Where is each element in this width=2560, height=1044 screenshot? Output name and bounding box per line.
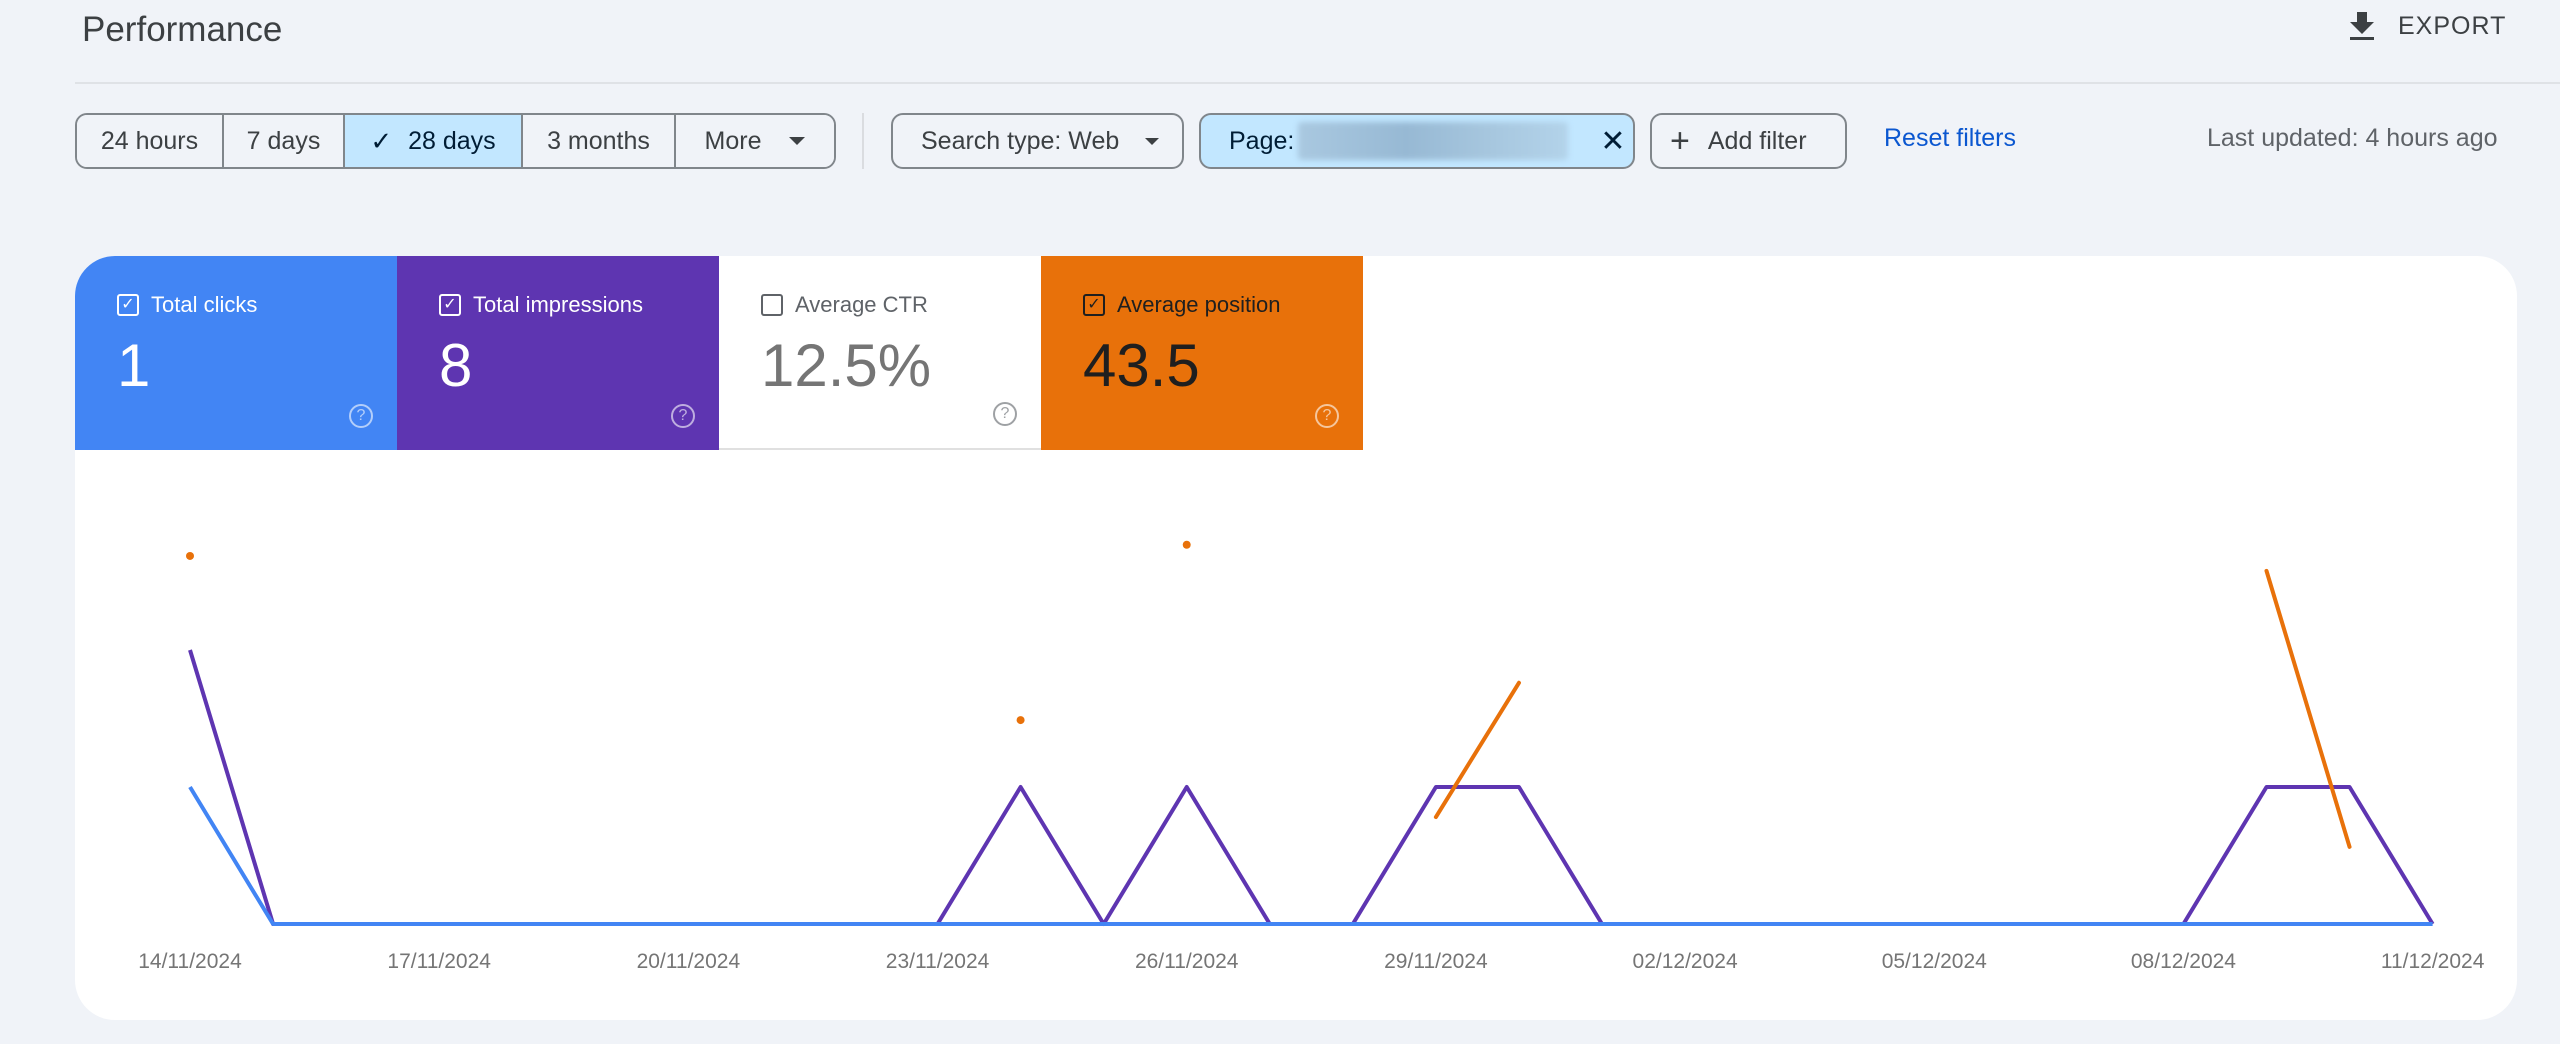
date-option-label: More [704,126,762,155]
x-tick-label: 20/11/2024 [637,950,741,973]
header-divider [75,82,2560,84]
metric-label: Average position [1117,292,1281,317]
x-tick-label: 08/12/2024 [2131,950,2236,973]
x-tick-label: 02/12/2024 [1633,950,1738,973]
chart-series [186,540,2435,926]
metric-value: 43.5 [1083,332,1200,399]
position-segment [2264,568,2352,849]
date-option-3-months[interactable]: 3 months [523,115,676,167]
x-tick-label: 17/11/2024 [387,950,491,973]
last-updated-text: Last updated: 4 hours ago [2207,124,2498,152]
help-icon[interactable]: ? [993,402,1017,426]
checkbox-checked-icon[interactable]: ✓ [1083,294,1105,316]
metric-average-ctr[interactable]: Average CTR 12.5% ? [719,256,1041,450]
date-option-label: 7 days [246,126,321,155]
help-icon[interactable]: ? [1315,404,1339,428]
x-tick-label: 11/12/2024 [2381,950,2485,973]
add-filter-label: Add filter [1707,126,1807,155]
position-segment [1433,680,1521,820]
plus-icon: + [1670,121,1690,160]
export-label: EXPORT [2398,11,2507,40]
x-axis-labels: 14/11/2024 17/11/2024 20/11/2024 23/11/2024… [138,950,2484,973]
add-filter-button[interactable]: + Add filter [1650,113,1847,169]
x-tick-label: 23/11/2024 [886,950,990,973]
x-tick-label: 05/12/2024 [1882,950,1987,973]
checkbox-checked-icon[interactable]: ✓ [439,294,461,316]
metric-value: 1 [117,332,151,399]
date-option-label: 3 months [547,126,650,155]
toolbar-divider [862,113,864,169]
metric-total-clicks[interactable]: ✓ Total clicks 1 ? [75,256,397,450]
date-range-selector: 24 hours 7 days ✓ 28 days 3 months More [75,113,836,169]
series-position [186,540,2352,849]
reset-filters-link[interactable]: Reset filters [1884,124,2016,153]
search-type-filter[interactable]: Search type: Web [891,113,1184,169]
search-type-label: Search type: Web [921,126,1120,155]
performance-card: 14/11/2024 17/11/2024 20/11/2024 23/11/2024… [75,256,2517,1020]
help-icon[interactable]: ? [671,404,695,428]
position-point [1182,540,1191,549]
metric-average-position[interactable]: ✓ Average position 43.5 ? [1041,256,1363,450]
date-option-more[interactable]: More [676,115,834,167]
export-button[interactable]: EXPORT [2348,6,2506,46]
check-icon: ✓ [370,125,393,156]
x-tick-label: 14/11/2024 [138,950,242,973]
date-option-label: 28 days [408,126,496,155]
checkbox-unchecked-icon[interactable] [761,294,783,316]
close-icon[interactable]: ✕ [1600,124,1625,159]
page-filter-label: Page: [1229,126,1295,155]
metric-label: Total clicks [151,292,258,317]
download-icon [2350,12,2374,40]
metric-label: Average CTR [795,292,928,317]
page-filter-value-redacted [1298,122,1569,160]
x-tick-label: 29/11/2024 [1384,950,1488,973]
date-option-24-hours[interactable]: 24 hours [77,115,224,167]
position-point [1016,716,1025,725]
date-option-label: 24 hours [100,126,199,155]
dropdown-arrow-icon [1145,137,1160,145]
metric-value: 8 [439,332,473,399]
line-impressions [188,649,2435,926]
series-impressions [188,649,2435,926]
page-filter-chip[interactable]: Page: ✕ [1199,113,1635,169]
dropdown-arrow-icon [789,137,806,145]
date-option-7-days[interactable]: 7 days [224,115,345,167]
checkbox-checked-icon[interactable]: ✓ [117,294,139,316]
date-option-28-days[interactable]: ✓ 28 days [345,115,523,167]
metric-label: Total impressions [473,292,643,317]
metric-value: 12.5% [761,332,932,399]
x-tick-label: 26/11/2024 [1135,950,1239,973]
series-clicks [188,785,2433,926]
page-title: Performance [82,10,283,49]
line-clicks [188,785,2433,926]
metric-total-impressions[interactable]: ✓ Total impressions 8 ? [397,256,719,450]
position-point [186,551,194,560]
help-icon[interactable]: ? [349,404,373,428]
